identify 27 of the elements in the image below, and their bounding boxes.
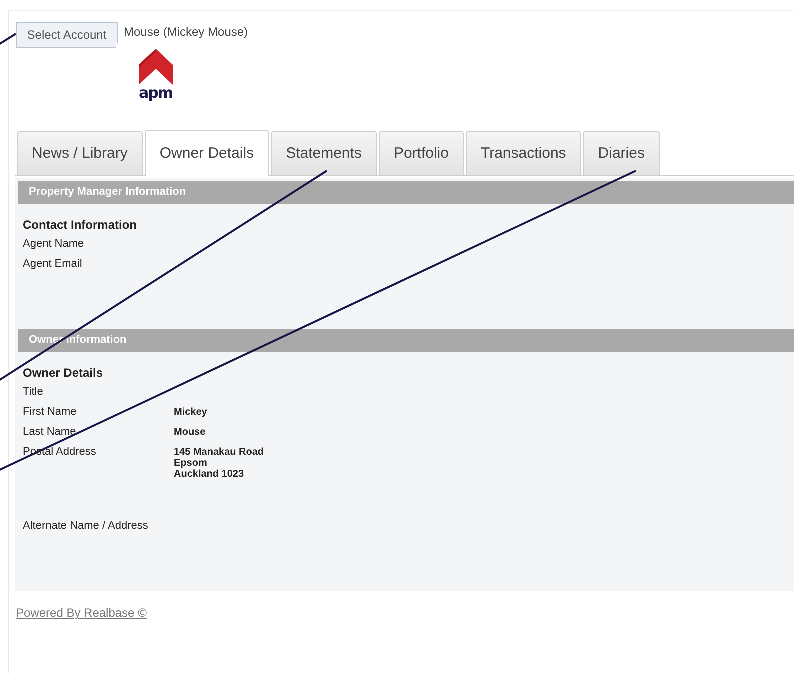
house-roof-icon — [139, 49, 173, 85]
field-value: Mickey — [174, 407, 208, 418]
field-value: 145 Manakau Road — [174, 447, 266, 458]
tab[interactable]: Statements — [271, 131, 377, 175]
section-header: Owner Information — [18, 329, 794, 352]
field-label: First Name — [23, 406, 78, 420]
subsection-heading: Owner Details — [23, 366, 104, 382]
tab[interactable]: Owner Details — [144, 130, 270, 176]
field-value: Epsom — [174, 458, 208, 469]
account-name: Mouse (Mickey Mouse) — [123, 24, 250, 39]
leader-line — [0, 33, 17, 45]
field-label: Agent Email — [23, 258, 84, 272]
field-label: Title — [23, 386, 44, 400]
tab[interactable]: Portfolio — [378, 131, 464, 175]
field-label: Agent Name — [23, 238, 86, 252]
field-label: Alternate Name / Address — [23, 520, 150, 534]
subsection-heading: Contact Information — [23, 218, 138, 234]
field-value: Auckland 1023 — [174, 469, 246, 480]
field-value: Mouse — [174, 427, 207, 438]
logo-text: apm — [139, 86, 172, 100]
tab[interactable]: Diaries — [583, 131, 660, 175]
tab[interactable]: News / Library — [17, 131, 143, 175]
select-account-button[interactable]: Select Account — [16, 22, 118, 48]
field-label: Last Name — [23, 426, 78, 440]
powered-by-link[interactable]: Powered By Realbase © — [16, 606, 147, 620]
section-header: Property Manager Information — [18, 181, 794, 204]
tab[interactable]: Transactions — [466, 131, 582, 175]
